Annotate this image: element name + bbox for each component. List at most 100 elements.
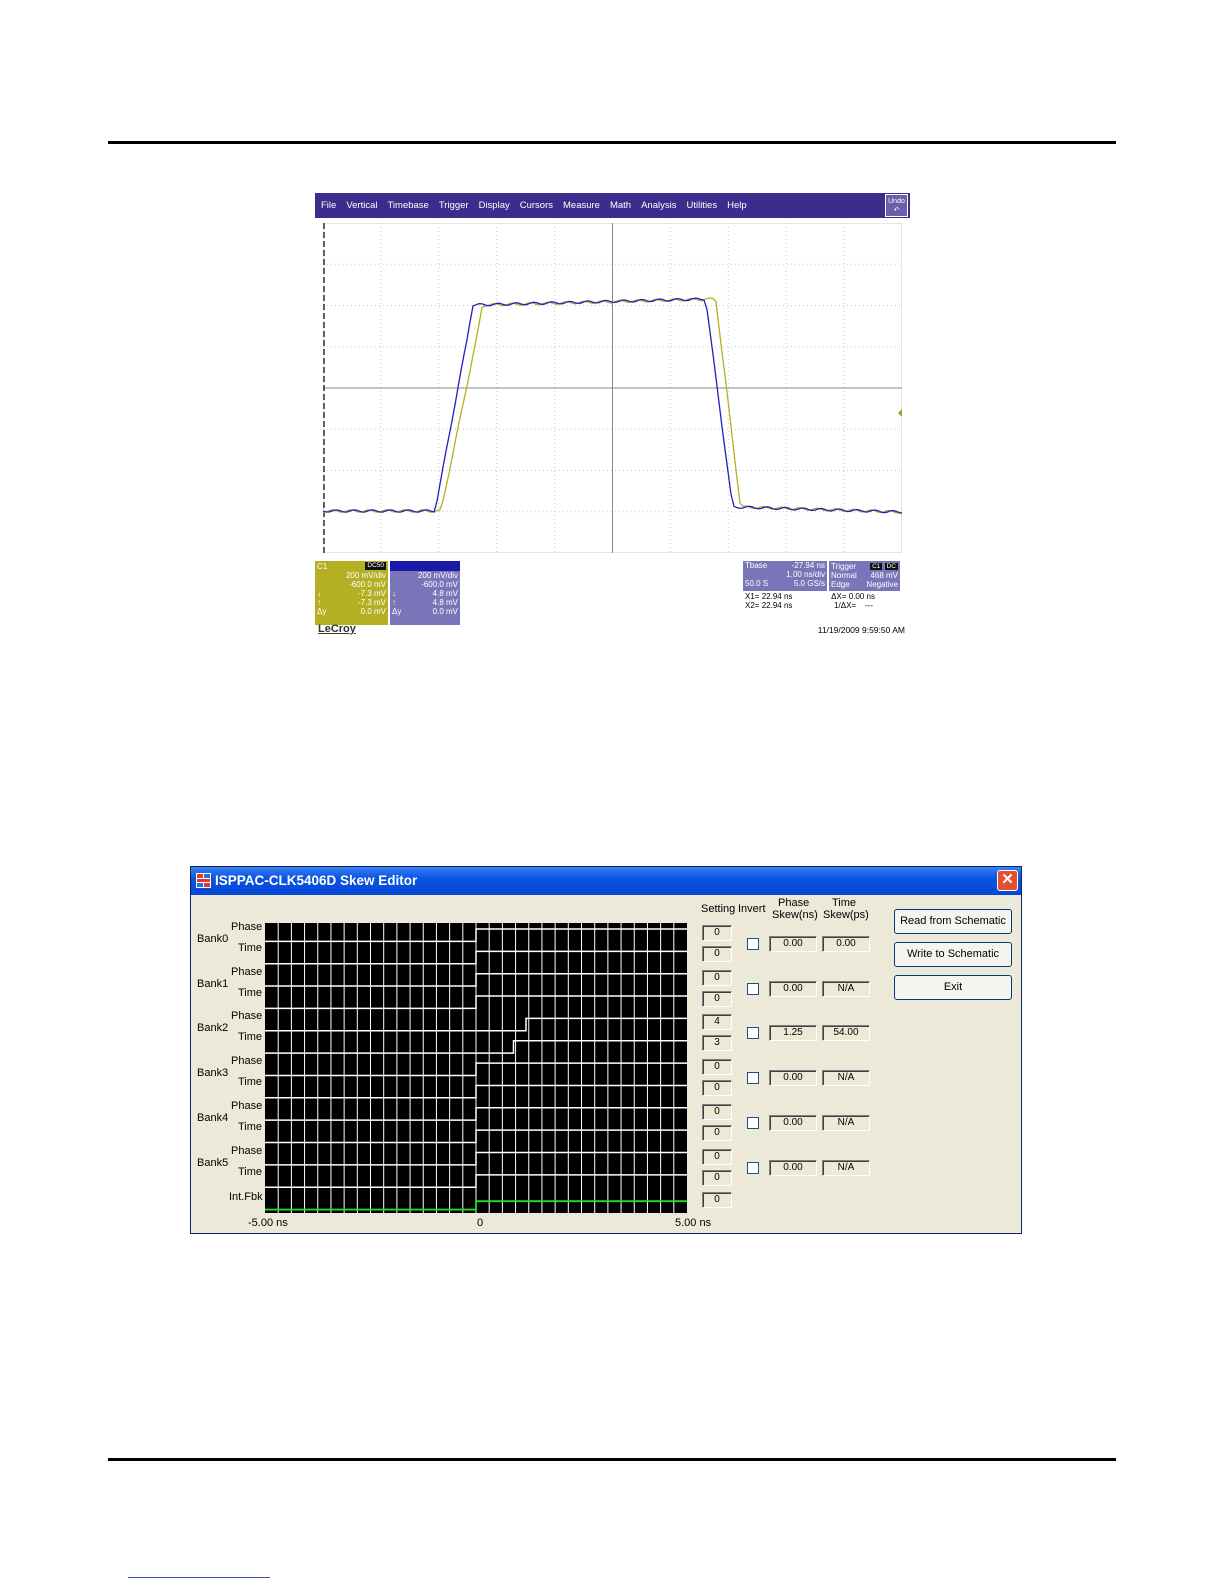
undo-button[interactable]: Undo ↶ bbox=[885, 194, 908, 217]
timebase-div: 1.00 ns/div bbox=[786, 570, 825, 579]
axis-left-label: -5.00 ns bbox=[248, 1217, 288, 1229]
scope-menu-cursors[interactable]: Cursors bbox=[515, 200, 558, 211]
c1-row-value: 200 mV/div bbox=[345, 571, 386, 580]
trigger-descriptor[interactable]: Trigger C1 DC Normal 468 mV Edge Negative bbox=[829, 561, 900, 591]
c1-row-value: -7.3 mV bbox=[357, 589, 386, 598]
phase-row-label: Phase bbox=[231, 1055, 263, 1068]
phase-row-label: Phase bbox=[231, 1144, 263, 1157]
setting-header: Setting bbox=[701, 903, 736, 915]
cursor-x1-label: X1= bbox=[745, 592, 760, 601]
phase-skew-field: 0.00 bbox=[769, 980, 817, 997]
time-row-label: Time bbox=[238, 1165, 263, 1178]
bank-label: Bank1 bbox=[197, 977, 229, 990]
channel-1-coupling-badge: DC50 bbox=[365, 562, 386, 570]
trigger-level: 468 mV bbox=[870, 571, 898, 580]
c2-row-value: 0.0 mV bbox=[432, 607, 458, 616]
timing-diagram bbox=[265, 923, 687, 1213]
axis-right-label: 5.00 ns bbox=[675, 1217, 712, 1229]
time-skew-field: N/A bbox=[822, 980, 870, 997]
scope-menu-bar: File Vertical Timebase Trigger Display Cursor… bbox=[315, 193, 910, 218]
timebase-samples: 50.0 S bbox=[745, 579, 769, 588]
scope-menu-vertical[interactable]: Vertical bbox=[341, 200, 382, 211]
timebase-label: Tbase bbox=[745, 561, 768, 570]
title-bar[interactable]: ISPPAC-CLK5406D Skew Editor ✕ bbox=[191, 867, 1021, 895]
time-skew-field: N/A bbox=[822, 1070, 870, 1087]
phase-setting-field[interactable]: 0 bbox=[702, 1059, 732, 1076]
phase-skew-field: 0.00 bbox=[769, 1070, 817, 1087]
trigger-type: Edge bbox=[831, 580, 850, 589]
exit-button[interactable]: Exit bbox=[894, 975, 1012, 1000]
cursor-x1-value: 22.94 ns bbox=[761, 592, 793, 601]
time-row-label: Time bbox=[238, 1031, 263, 1044]
write-to-schematic-button[interactable]: Write to Schematic bbox=[894, 942, 1012, 967]
time-row-label: Time bbox=[238, 1076, 263, 1089]
close-icon: ✕ bbox=[1001, 871, 1014, 888]
invert-checkbox[interactable] bbox=[747, 1161, 759, 1174]
scope-menu-file[interactable]: File bbox=[315, 200, 341, 211]
trigger-channel-badge: C1 bbox=[870, 563, 883, 570]
channel-2-descriptor[interactable]: 200 mV/div -600.0 mV ↓ 4.8 mV ↑ 4.8 mV Δy 0.0 m… bbox=[390, 561, 460, 625]
c1-row-label: ↓ bbox=[317, 589, 321, 598]
time-skew-field: 54.00 bbox=[822, 1025, 870, 1042]
axis-mid-label: 0 bbox=[477, 1217, 484, 1229]
time-setting-field[interactable]: 0 bbox=[702, 1169, 732, 1186]
time-row-label: Time bbox=[238, 1120, 263, 1133]
time-setting-field[interactable]: 0 bbox=[702, 990, 732, 1007]
cursor-dx-label: ΔX= bbox=[831, 592, 847, 601]
time-setting-field[interactable]: 3 bbox=[702, 1035, 732, 1052]
phase-setting-field[interactable]: 0 bbox=[702, 969, 732, 986]
bank-label: Bank4 bbox=[197, 1111, 229, 1124]
phase-row-label: Phase bbox=[231, 1099, 263, 1112]
window-title: ISPPAC-CLK5406D Skew Editor bbox=[215, 873, 418, 888]
time-setting-field[interactable]: 0 bbox=[702, 1124, 732, 1141]
phase-setting-field[interactable]: 0 bbox=[702, 1103, 732, 1120]
scope-menu-analysis[interactable]: Analysis bbox=[636, 200, 681, 211]
c2-row-label: ↓ bbox=[392, 589, 396, 598]
c1-row-label: ↑ bbox=[317, 598, 321, 607]
scope-menu-trigger[interactable]: Trigger bbox=[434, 200, 474, 211]
time-skew-field: N/A bbox=[822, 1114, 870, 1131]
c2-row-value: 4.8 mV bbox=[432, 589, 458, 598]
timebase-offset: -27.94 ns bbox=[791, 561, 825, 570]
skew-editor-window: ISPPAC-CLK5406D Skew Editor ✕ Setting In… bbox=[190, 866, 1022, 1234]
invert-checkbox[interactable] bbox=[747, 938, 759, 950]
scope-menu-display[interactable]: Display bbox=[474, 200, 515, 211]
scope-menu-measure[interactable]: Measure bbox=[558, 200, 605, 211]
cursor-x2-value: 22.94 ns bbox=[761, 601, 793, 610]
invert-checkbox[interactable] bbox=[747, 1072, 759, 1085]
trigger-mode: Normal bbox=[831, 571, 857, 580]
phase-setting-field[interactable]: 0 bbox=[702, 925, 732, 941]
invert-checkbox[interactable] bbox=[747, 1116, 759, 1129]
top-rule bbox=[108, 141, 1116, 144]
time-setting-field[interactable]: 0 bbox=[702, 1080, 732, 1097]
close-button[interactable]: ✕ bbox=[997, 870, 1018, 891]
trigger-coupling-badge: DC bbox=[884, 563, 898, 570]
phase-setting-field[interactable]: 0 bbox=[702, 1148, 732, 1165]
invert-checkbox[interactable] bbox=[747, 1027, 759, 1040]
channel-1-descriptor[interactable]: C1 DC50 200 mV/div -600.0 mV ↓ -7.3 mV ↑ -7.3… bbox=[315, 561, 388, 625]
scope-menu-help[interactable]: Help bbox=[722, 200, 752, 211]
channel-1-name: C1 bbox=[317, 561, 328, 571]
time-skew-field: N/A bbox=[822, 1159, 870, 1176]
scope-waveform-display bbox=[323, 223, 902, 553]
scope-menu-math[interactable]: Math bbox=[605, 200, 636, 211]
c1-row-label: Δy bbox=[317, 607, 327, 616]
bottom-rule bbox=[108, 1458, 1116, 1461]
scope-menu-timebase[interactable]: Timebase bbox=[382, 200, 433, 211]
invert-checkbox[interactable] bbox=[747, 982, 759, 995]
intfbk-setting-field[interactable]: 0 bbox=[702, 1192, 732, 1208]
c2-row-label: Δy bbox=[392, 607, 402, 616]
phase-setting-field[interactable]: 4 bbox=[702, 1014, 732, 1031]
oscilloscope-screenshot: File Vertical Timebase Trigger Display Cursor… bbox=[315, 193, 910, 641]
time-skew-header-1: Time bbox=[832, 897, 857, 909]
phase-skew-field: 0.00 bbox=[769, 1114, 817, 1131]
cursor-readout: X1= 22.94 ns ΔX= 0.00 ns X2= 22.94 ns 1/… bbox=[745, 592, 905, 610]
read-from-schematic-button[interactable]: Read from Schematic bbox=[894, 909, 1012, 934]
phase-skew-field: 0.00 bbox=[769, 1159, 817, 1176]
timestamp: 11/19/2009 9:59:50 AM bbox=[817, 625, 905, 635]
phase-row-label: Phase bbox=[231, 921, 263, 933]
scope-menu-utilities[interactable]: Utilities bbox=[681, 200, 722, 211]
cursor-x2-label: X2= bbox=[745, 601, 760, 610]
time-setting-field[interactable]: 0 bbox=[702, 946, 732, 962]
timebase-descriptor[interactable]: Tbase -27.94 ns 1.00 ns/div 50.0 S 5.0 GS/… bbox=[743, 561, 827, 591]
